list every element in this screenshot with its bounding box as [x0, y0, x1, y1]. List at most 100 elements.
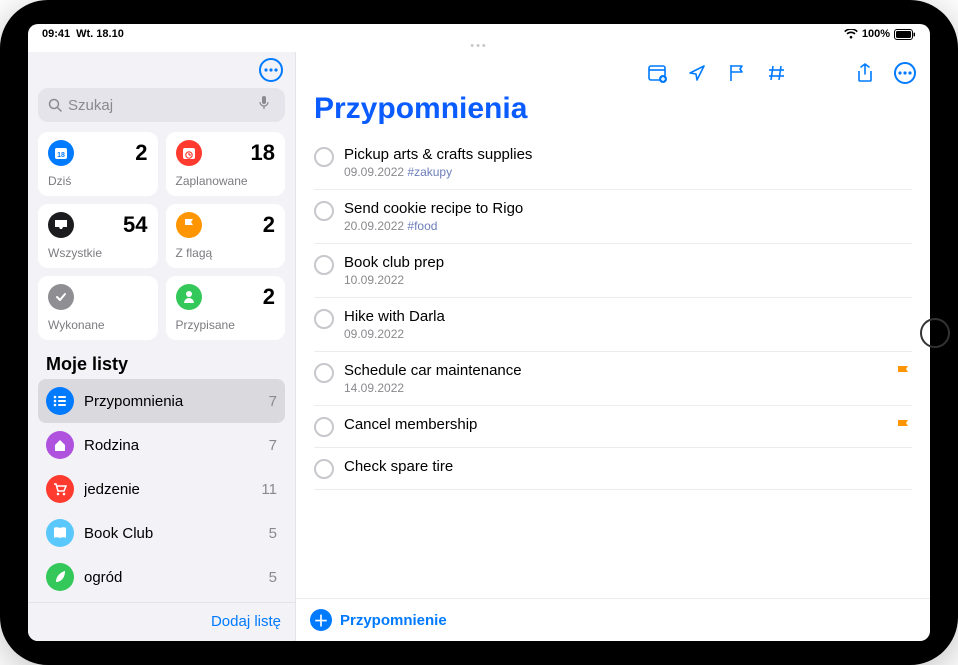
reminder-meta: 09.09.2022 #zakupy — [344, 165, 912, 179]
reminder-complete-toggle[interactable] — [314, 255, 334, 275]
reminder-complete-toggle[interactable] — [314, 147, 334, 167]
smart-count: 54 — [123, 212, 147, 238]
search-icon — [48, 98, 62, 112]
plus-icon: ＋ — [310, 609, 332, 631]
calendar-clock-icon — [176, 140, 202, 166]
list-name: Rodzina — [84, 437, 263, 454]
my-lists-header: Moje listy — [28, 340, 295, 379]
reminder-row[interactable]: Check spare tire — [314, 448, 912, 490]
reminder-row[interactable]: Send cookie recipe to Rigo 20.09.2022 #f… — [314, 190, 912, 244]
reminder-title: Cancel membership — [344, 416, 886, 433]
list-icon — [46, 387, 74, 415]
smart-count: 2 — [263, 284, 275, 310]
smart-card-przypisane[interactable]: 2 Przypisane — [166, 276, 286, 340]
list-name: jedzenie — [84, 481, 255, 498]
reminder-row[interactable]: Hike with Darla 09.09.2022 — [314, 298, 912, 352]
book-icon — [46, 519, 74, 547]
multitask-grabber-icon[interactable]: ••• — [28, 44, 930, 52]
reminder-title: Book club prep — [344, 254, 912, 271]
search-placeholder: Szukaj — [68, 97, 113, 114]
reminder-complete-toggle[interactable] — [314, 363, 334, 383]
main-panel: Przypomnienia Pickup arts & crafts suppl… — [296, 52, 930, 641]
reminder-row[interactable]: Pickup arts & crafts supplies 09.09.2022… — [314, 136, 912, 190]
smart-card-z-flagą[interactable]: 2 Z flagą — [166, 204, 286, 268]
list-row[interactable]: ogród 5 — [38, 555, 285, 599]
new-reminder-button[interactable]: ＋ Przypomnienie — [296, 598, 930, 641]
smart-label: Zaplanowane — [176, 174, 276, 188]
battery-percent: 100% — [862, 28, 890, 40]
flag-icon — [176, 212, 202, 238]
toolbar-more-button[interactable] — [894, 62, 916, 84]
sidebar: Szukaj 18 2 Dziś 18 Zaplanowane 54 Wszys… — [28, 52, 296, 641]
reminders-list: Pickup arts & crafts supplies 09.09.2022… — [296, 136, 930, 598]
smart-count: 2 — [263, 212, 275, 238]
reminder-row[interactable]: Cancel membership — [314, 406, 912, 448]
smart-card-zaplanowane[interactable]: 18 Zaplanowane — [166, 132, 286, 196]
wifi-icon — [844, 29, 858, 39]
reminder-meta: 10.09.2022 — [344, 273, 912, 287]
status-date: Wt. 18.10 — [76, 28, 124, 40]
smart-label: Dziś — [48, 174, 148, 188]
calendar-icon: 18 — [48, 140, 74, 166]
smart-lists-grid: 18 2 Dziś 18 Zaplanowane 54 Wszystkie 2 … — [28, 132, 295, 340]
smart-label: Przypisane — [176, 318, 276, 332]
share-icon[interactable] — [854, 62, 876, 84]
reminder-title: Check spare tire — [344, 458, 912, 475]
flag-icon — [896, 418, 912, 434]
reminder-meta: 14.09.2022 — [344, 381, 886, 395]
mic-icon[interactable] — [259, 96, 275, 114]
app-content: Szukaj 18 2 Dziś 18 Zaplanowane 54 Wszys… — [28, 52, 930, 641]
reminder-title: Send cookie recipe to Rigo — [344, 200, 912, 217]
new-reminder-label: Przypomnienie — [340, 612, 447, 629]
smart-count: 18 — [251, 140, 275, 166]
list-name: Book Club — [84, 525, 263, 542]
list-count: 7 — [269, 437, 277, 454]
leaf-icon — [46, 563, 74, 591]
add-list-button[interactable]: Dodaj listę — [211, 613, 281, 630]
list-count: 11 — [261, 481, 277, 498]
more-button[interactable] — [259, 58, 283, 82]
check-icon — [48, 284, 74, 310]
reminder-complete-toggle[interactable] — [314, 201, 334, 221]
toolbar — [296, 52, 930, 88]
list-name: ogród — [84, 569, 263, 586]
home-button[interactable] — [920, 318, 950, 348]
cart-icon — [46, 475, 74, 503]
person-icon — [176, 284, 202, 310]
list-row[interactable]: Przypomnienia 7 — [38, 379, 285, 423]
calendar-add-icon[interactable] — [646, 62, 668, 84]
flag-icon — [896, 364, 912, 380]
list-row[interactable]: jedzenie 11 — [38, 467, 285, 511]
reminder-meta: 09.09.2022 — [344, 327, 912, 341]
hashtag-icon[interactable] — [766, 62, 788, 84]
reminder-title: Hike with Darla — [344, 308, 912, 325]
smart-label: Wykonane — [48, 318, 148, 332]
flag-icon[interactable] — [726, 62, 748, 84]
reminder-complete-toggle[interactable] — [314, 417, 334, 437]
ipad-device-frame: 09:41 Wt. 18.10 100% ••• — [0, 0, 958, 665]
list-title: Przypomnienia — [296, 88, 930, 136]
list-count: 5 — [269, 525, 277, 542]
reminder-complete-toggle[interactable] — [314, 459, 334, 479]
reminder-complete-toggle[interactable] — [314, 309, 334, 329]
smart-label: Wszystkie — [48, 246, 148, 260]
smart-count: 2 — [135, 140, 147, 166]
list-count: 7 — [269, 393, 277, 410]
list-name: Przypomnienia — [84, 393, 263, 410]
smart-card-dziś[interactable]: 18 2 Dziś — [38, 132, 158, 196]
smart-label: Z flagą — [176, 246, 276, 260]
home-icon — [46, 431, 74, 459]
status-time: 09:41 — [42, 28, 70, 40]
reminder-title: Schedule car maintenance — [344, 362, 886, 379]
list-row[interactable]: Book Club 5 — [38, 511, 285, 555]
reminder-row[interactable]: Schedule car maintenance 14.09.2022 — [314, 352, 912, 406]
smart-card-wszystkie[interactable]: 54 Wszystkie — [38, 204, 158, 268]
reminder-row[interactable]: Book club prep 10.09.2022 — [314, 244, 912, 298]
svg-text:18: 18 — [57, 152, 65, 159]
location-icon[interactable] — [686, 62, 708, 84]
list-row[interactable]: Rodzina 7 — [38, 423, 285, 467]
tray-icon — [48, 212, 74, 238]
search-input[interactable]: Szukaj — [38, 88, 285, 122]
screen: 09:41 Wt. 18.10 100% ••• — [28, 24, 930, 641]
smart-card-wykonane[interactable]: Wykonane — [38, 276, 158, 340]
